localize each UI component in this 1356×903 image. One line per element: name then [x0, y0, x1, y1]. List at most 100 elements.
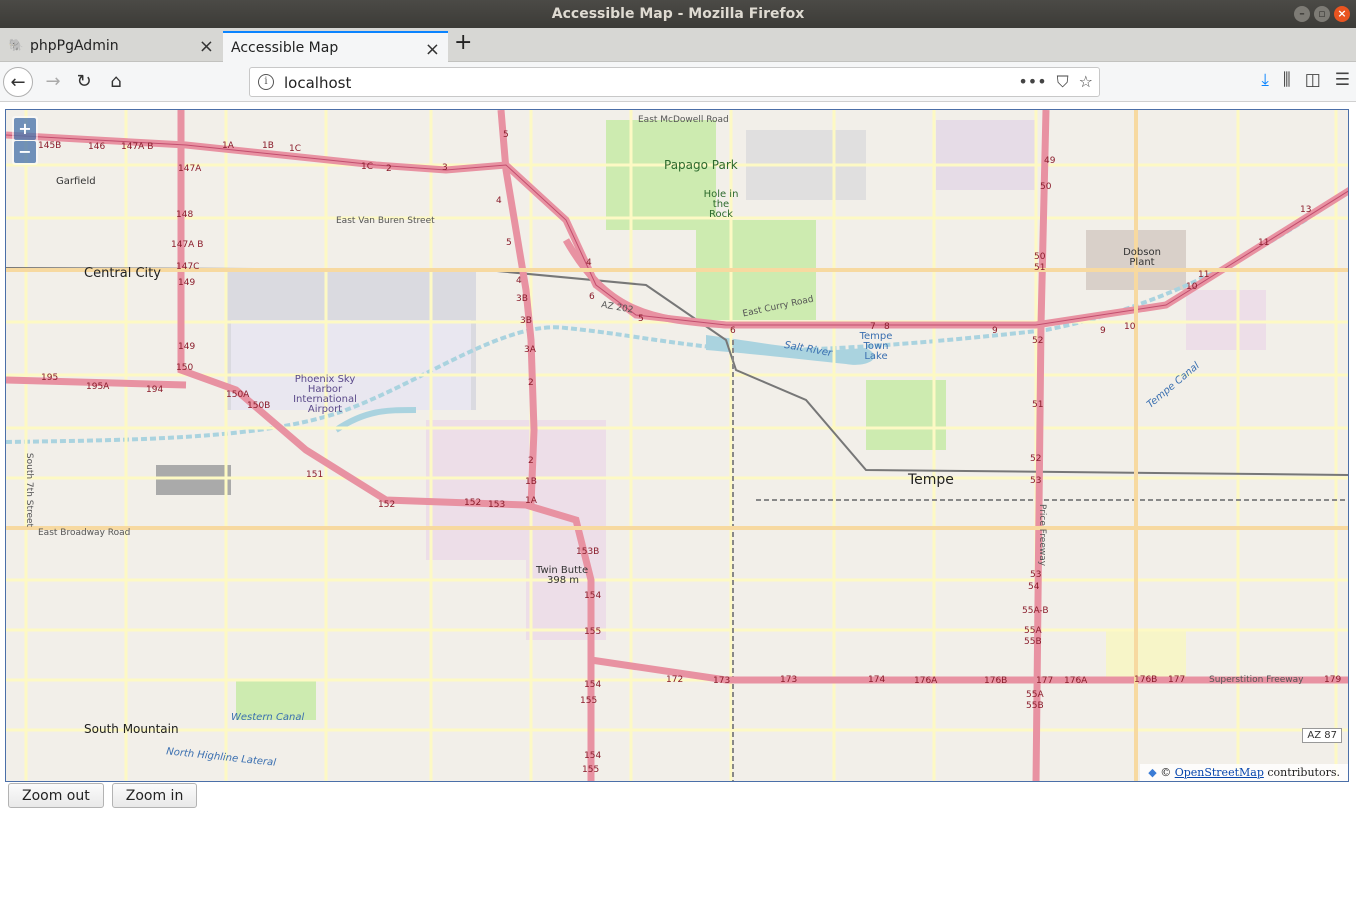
window-titlebar: Accessible Map - Mozilla Firefox – ▫ ×: [0, 0, 1356, 28]
reload-button[interactable]: ↻: [69, 67, 99, 97]
exit-label: 153: [488, 500, 506, 510]
exit-label: 177: [1036, 676, 1054, 686]
exit-label: 51: [1032, 400, 1044, 410]
map-viewport[interactable]: Central City Garfield Papago Park Hole i…: [5, 109, 1349, 782]
sidebar-icon[interactable]: ◫: [1305, 70, 1321, 90]
exit-label: 1C: [289, 144, 302, 154]
exit-label: 174: [868, 675, 886, 685]
exit-label: 149: [178, 278, 196, 288]
zoom-in-button[interactable]: Zoom in: [111, 783, 198, 808]
exit-label: 54: [1028, 582, 1040, 592]
exit-label: 50: [1040, 182, 1052, 192]
water-label-western-canal: Western Canal: [231, 712, 305, 723]
place-label-garfield: Garfield: [56, 176, 96, 187]
exit-label: 3A: [524, 345, 536, 355]
exit-label: 50: [1034, 252, 1046, 262]
minimize-button[interactable]: –: [1294, 6, 1310, 22]
street-label-south-7th: South 7th Street: [24, 452, 35, 528]
tab-label: Accessible Map: [231, 40, 339, 56]
exit-label: 1B: [525, 477, 537, 487]
exit-label: 177: [1168, 675, 1186, 685]
close-tab-icon[interactable]: ×: [199, 36, 214, 57]
exit-label: 154: [584, 591, 602, 601]
home-button[interactable]: ⌂: [101, 67, 131, 97]
exit-label: 4: [496, 196, 502, 206]
exit-label: 9: [992, 326, 998, 336]
new-tab-button[interactable]: +: [454, 30, 472, 55]
tab-label: phpPgAdmin: [30, 38, 119, 54]
exit-label: 147C: [176, 262, 200, 272]
exit-label: 11: [1258, 238, 1270, 248]
route-shield: AZ 87: [1302, 728, 1342, 743]
library-icon[interactable]: ⫼: [1283, 70, 1291, 90]
exit-label: 10: [1186, 282, 1198, 292]
exit-label: 13: [1300, 205, 1312, 215]
bookmark-star-icon[interactable]: ☆: [1079, 72, 1093, 92]
exit-label: 149: [178, 342, 196, 352]
page-actions-icon[interactable]: •••: [1018, 72, 1046, 92]
url-text[interactable]: localhost: [284, 74, 351, 92]
exit-label: 150B: [247, 401, 271, 411]
maximize-button[interactable]: ▫: [1314, 6, 1330, 22]
tab-accessible-map[interactable]: Accessible Map ×: [223, 31, 448, 63]
street-label-east-mcdowell: East McDowell Road: [638, 115, 729, 125]
layers-icon[interactable]: ◆: [1148, 766, 1156, 779]
exit-label: 155: [580, 696, 598, 706]
place-label-hole-in-rock: Hole in the Rock: [703, 189, 739, 220]
menu-icon[interactable]: ☰: [1335, 70, 1350, 90]
exit-label: 152: [464, 498, 482, 508]
exit-label: 8: [884, 322, 890, 332]
street-label-east-broadway: East Broadway Road: [38, 528, 131, 538]
exit-label: 1B: [262, 141, 274, 151]
place-label-central-city: Central City: [84, 266, 161, 281]
navigation-toolbar: ← → ↻ ⌂ i localhost ••• ⛉ ☆ ⤓ ⫼ ◫ ☰: [0, 62, 1356, 102]
exit-label: 154: [584, 680, 602, 690]
exit-label: 51: [1034, 263, 1046, 273]
url-bar[interactable]: i localhost ••• ⛉ ☆: [249, 67, 1100, 97]
downloads-icon[interactable]: ⤓: [1261, 70, 1269, 90]
exit-label: 153B: [576, 547, 600, 557]
exit-label: 147A B: [171, 240, 204, 250]
exit-label: 2: [386, 164, 392, 174]
forward-button[interactable]: →: [38, 67, 68, 97]
exit-label: 172: [666, 675, 684, 685]
exit-label: 150A: [226, 390, 250, 400]
zoom-out-button[interactable]: Zoom out: [8, 783, 104, 808]
exit-label: 5: [638, 314, 644, 324]
exit-label: 176B: [984, 676, 1008, 686]
exit-label: 52: [1032, 336, 1044, 346]
map-zoom-in-button[interactable]: +: [14, 118, 36, 140]
exit-label: 3B: [516, 294, 528, 304]
back-button[interactable]: ←: [3, 67, 33, 97]
exit-label: 195: [41, 373, 59, 383]
exit-label: 53: [1030, 570, 1042, 580]
close-tab-icon[interactable]: ×: [425, 39, 440, 60]
elephant-icon: 🐘: [8, 38, 24, 52]
place-label-south-mountain: South Mountain: [84, 722, 179, 736]
exit-label: 52: [1030, 454, 1042, 464]
exit-label: 155: [584, 627, 602, 637]
exit-label: 173: [713, 676, 731, 686]
openstreetmap-link[interactable]: OpenStreetMap: [1175, 766, 1264, 779]
attribution-copyright: ©: [1160, 766, 1172, 779]
close-window-button[interactable]: ×: [1334, 6, 1350, 22]
attribution-suffix: contributors.: [1267, 766, 1340, 779]
tab-phppgadmin[interactable]: 🐘 phpPgAdmin ×: [0, 30, 222, 62]
exit-label: 145B: [38, 141, 62, 151]
exit-label: 10: [1124, 322, 1136, 332]
exit-label: 148: [176, 210, 194, 220]
info-icon[interactable]: i: [258, 74, 274, 90]
exit-label: 176B: [1134, 675, 1158, 685]
street-label-price-freeway: Price Freeway: [1037, 503, 1048, 567]
map-zoom-control: + −: [12, 116, 38, 165]
exit-label: 146: [88, 142, 106, 152]
pocket-icon[interactable]: ⛉: [1057, 72, 1069, 92]
place-label-tempe-town-lake: Tempe Town Lake: [859, 331, 893, 362]
exit-label: 4: [586, 258, 592, 268]
map-zoom-out-button[interactable]: −: [14, 141, 36, 163]
exit-label: 176A: [914, 676, 938, 686]
exit-label: 3: [442, 163, 448, 173]
place-label-airport: Phoenix Sky Harbor International Airport: [293, 374, 357, 415]
map-attribution: ◆ © OpenStreetMap contributors.: [1140, 764, 1348, 781]
exit-label: 2: [528, 456, 534, 466]
